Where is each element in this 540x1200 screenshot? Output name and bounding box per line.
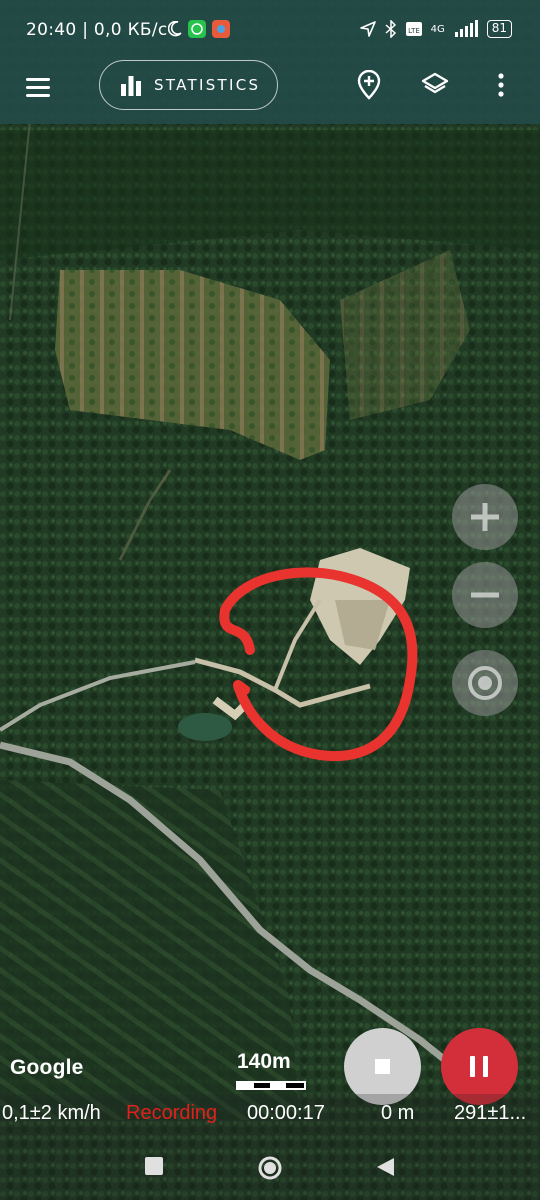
- plus-icon: [471, 503, 499, 531]
- add-marker-icon[interactable]: [354, 70, 384, 100]
- triangle-back-icon[interactable]: [374, 1156, 396, 1178]
- scale-segment: [238, 1083, 254, 1088]
- minus-icon: [471, 592, 499, 598]
- distance-value: 0 m: [381, 1102, 415, 1124]
- bluetooth-icon: [385, 20, 396, 38]
- signal-icon: [454, 20, 478, 37]
- layers-icon[interactable]: [420, 70, 450, 100]
- status-system-icons: LTE 4G 81: [359, 20, 512, 38]
- pause-icon: [470, 1056, 475, 1077]
- location-arrow-icon: [359, 21, 376, 37]
- stop-icon: [375, 1059, 390, 1074]
- network-type: 4G: [430, 23, 445, 35]
- status-bar: 20:40 | 0,0 КБ/с LTE 4G 81: [0, 0, 540, 60]
- whatsapp-icon: [188, 20, 206, 38]
- my-location-button[interactable]: [452, 650, 518, 716]
- app-icon: [212, 20, 230, 38]
- pause-icon: [483, 1056, 488, 1077]
- app-header: 20:40 | 0,0 КБ/с LTE 4G 81 STATISTICS: [0, 0, 540, 124]
- system-nav-bar: [0, 1136, 540, 1200]
- bar-chart-icon: [121, 76, 141, 96]
- zoom-out-button[interactable]: [452, 562, 518, 628]
- square-icon[interactable]: [144, 1156, 164, 1176]
- my-location-icon: [468, 666, 502, 700]
- moon-icon: [168, 21, 182, 37]
- more-vert-icon[interactable]: [486, 70, 516, 100]
- scale-label: 140m: [237, 1050, 291, 1073]
- circle-icon[interactable]: [257, 1155, 283, 1181]
- statistics-label: STATISTICS: [154, 76, 261, 94]
- track-info-bar: 0,1±2 km/h Recording 00:00:17 0 m 291±1.…: [0, 1094, 540, 1136]
- speed-value: 0,1±2 km/h: [2, 1102, 101, 1124]
- google-attribution: Google: [10, 1056, 84, 1079]
- battery-indicator: 81: [486, 20, 512, 38]
- elevation-value: 291±1...: [454, 1102, 527, 1124]
- recording-status: Recording: [126, 1102, 218, 1124]
- volte-icon: LTE: [405, 22, 422, 36]
- status-time: 20:40 | 0,0 КБ/с: [26, 20, 168, 40]
- statistics-button[interactable]: STATISTICS: [99, 60, 278, 110]
- svg-text:LTE: LTE: [408, 27, 420, 35]
- duration-value: 00:00:17: [247, 1102, 325, 1124]
- toolbar: STATISTICS: [0, 60, 540, 124]
- zoom-in-button[interactable]: [452, 484, 518, 550]
- hamburger-icon[interactable]: [22, 72, 54, 104]
- scale-segment: [270, 1083, 286, 1088]
- status-notification-icons: [168, 20, 230, 38]
- scale-bar: [236, 1081, 306, 1090]
